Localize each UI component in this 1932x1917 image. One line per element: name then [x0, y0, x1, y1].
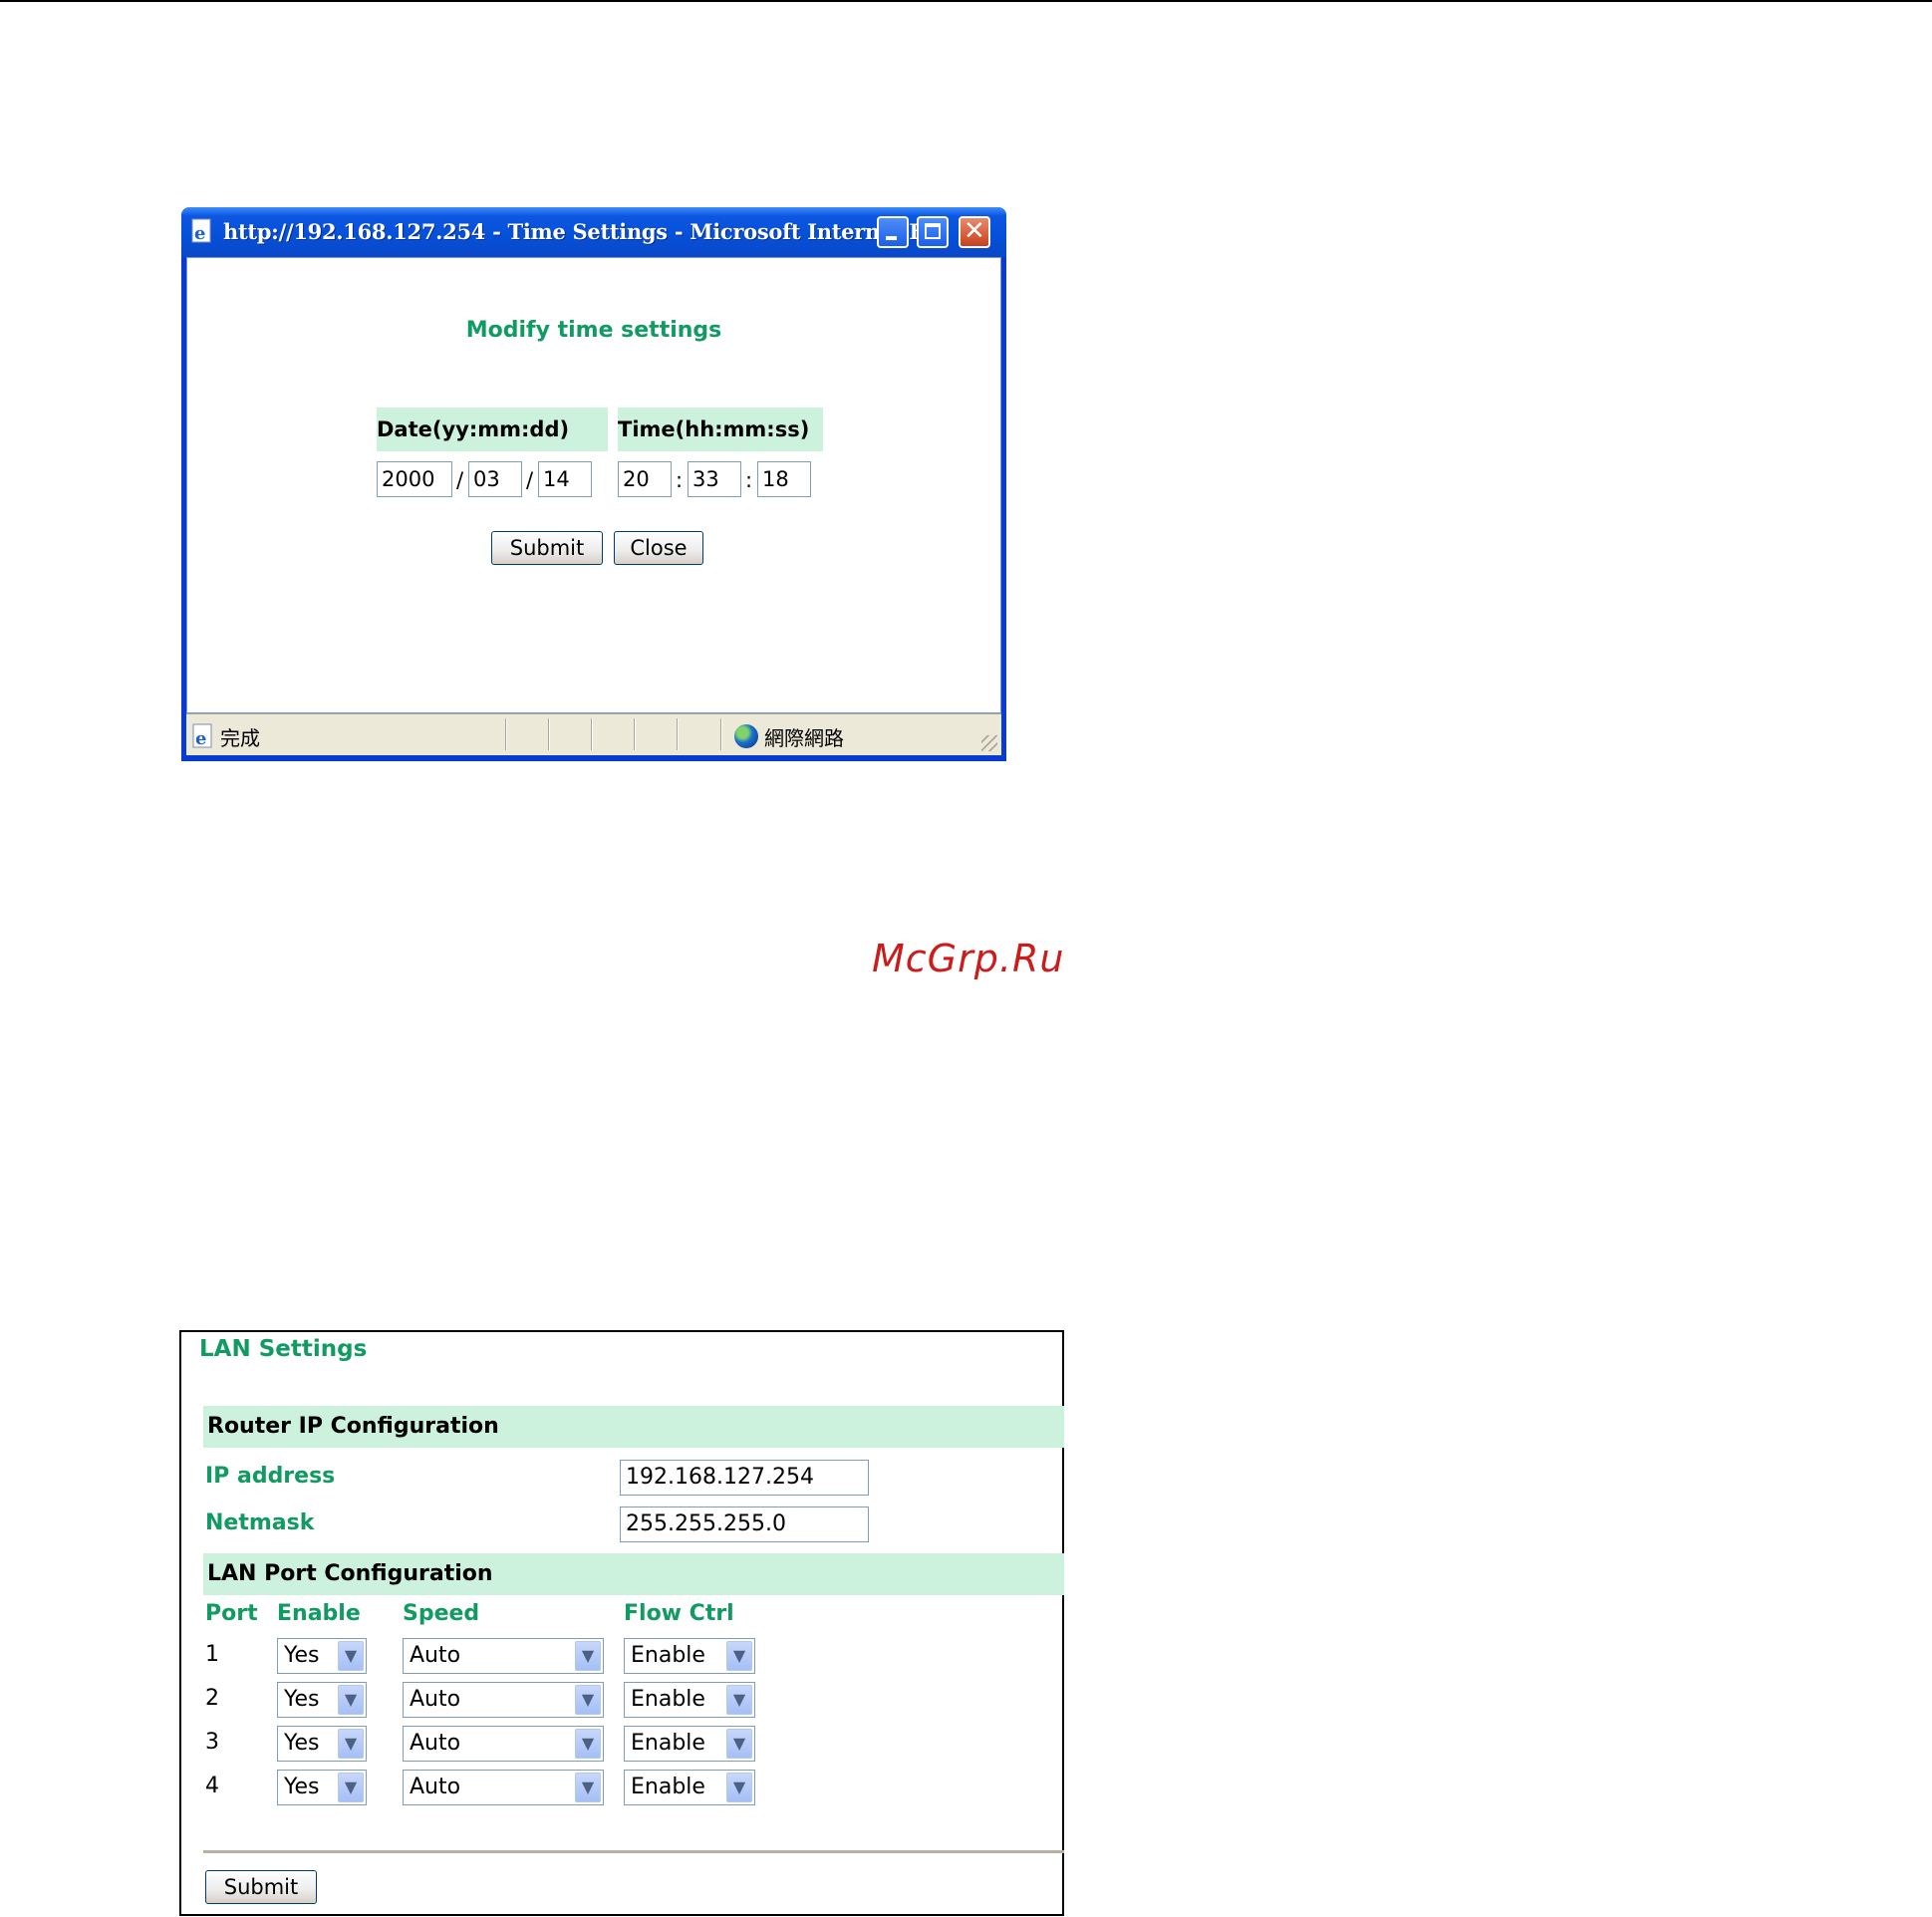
submit-button[interactable]: Submit	[491, 531, 603, 565]
status-divider	[634, 718, 636, 750]
minimize-button[interactable]	[877, 216, 909, 248]
port-number: 4	[205, 1774, 219, 1798]
window-title: http://192.168.127.254 - Time Settings -…	[223, 219, 947, 244]
section-divider	[203, 1850, 1064, 1853]
port-column-header: Port	[205, 1601, 258, 1626]
select-value: Auto	[410, 1687, 461, 1712]
window-titlebar[interactable]: e http://192.168.127.254 - Time Settings…	[181, 207, 1006, 257]
date-separator: /	[456, 468, 464, 492]
port-number: 3	[205, 1730, 219, 1755]
select-value: Yes	[284, 1643, 320, 1668]
select-value: Enable	[631, 1687, 705, 1712]
ie-page-icon: e	[191, 218, 211, 244]
internet-zone-globe-icon	[734, 724, 758, 748]
select-value: Yes	[284, 1687, 320, 1712]
day-input[interactable]: 14	[538, 461, 592, 497]
chevron-down-icon[interactable]: ▼	[575, 1641, 601, 1671]
select-value: Enable	[631, 1775, 705, 1799]
status-divider	[720, 718, 722, 750]
port-flow-ctrl-select[interactable]: Enable ▼	[624, 1726, 755, 1762]
chevron-down-icon[interactable]: ▼	[575, 1685, 601, 1715]
status-text: 完成	[220, 726, 260, 750]
chevron-down-icon[interactable]: ▼	[575, 1773, 601, 1802]
maximize-button[interactable]	[917, 216, 949, 248]
port-flow-ctrl-select[interactable]: Enable ▼	[624, 1638, 755, 1674]
year-input[interactable]: 2000	[377, 461, 452, 497]
svg-text:e: e	[195, 728, 206, 749]
port-enable-select[interactable]: Yes ▼	[277, 1726, 367, 1762]
lan-settings-panel: LAN Settings Router IP Configuration IP …	[179, 1330, 1064, 1916]
chevron-down-icon[interactable]: ▼	[338, 1641, 364, 1671]
month-input[interactable]: 03	[468, 461, 522, 497]
port-number: 2	[205, 1686, 219, 1711]
resize-grip-icon[interactable]	[981, 735, 997, 751]
lan-settings-title: LAN Settings	[199, 1336, 368, 1362]
date-separator: /	[526, 468, 534, 492]
page-title: Modify time settings	[465, 318, 722, 343]
svg-text:e: e	[194, 223, 205, 244]
hour-input[interactable]: 20	[618, 461, 672, 497]
port-enable-select[interactable]: Yes ▼	[277, 1770, 367, 1805]
select-value: Auto	[410, 1643, 461, 1668]
port-enable-select[interactable]: Yes ▼	[277, 1682, 367, 1718]
netmask-input[interactable]: 255.255.255.0	[620, 1506, 869, 1542]
port-number: 1	[205, 1642, 219, 1667]
select-value: Enable	[631, 1643, 705, 1668]
select-value: Enable	[631, 1731, 705, 1756]
ip-address-label: IP address	[205, 1464, 336, 1489]
status-divider	[548, 718, 550, 750]
netmask-label: Netmask	[205, 1510, 315, 1535]
chevron-down-icon[interactable]: ▼	[726, 1685, 752, 1715]
status-divider	[677, 718, 679, 750]
watermark: McGrp.Ru	[872, 937, 1065, 980]
chevron-down-icon[interactable]: ▼	[338, 1773, 364, 1802]
chevron-down-icon[interactable]: ▼	[726, 1641, 752, 1671]
port-enable-select[interactable]: Yes ▼	[277, 1638, 367, 1674]
select-value: Auto	[410, 1775, 461, 1799]
select-value: Yes	[284, 1731, 320, 1756]
page-top-rule	[0, 0, 1932, 2]
port-speed-select[interactable]: Auto ▼	[403, 1726, 604, 1762]
enable-column-header: Enable	[277, 1601, 361, 1626]
port-flow-ctrl-select[interactable]: Enable ▼	[624, 1682, 755, 1718]
second-input[interactable]: 18	[757, 461, 811, 497]
ip-address-input[interactable]: 192.168.127.254	[620, 1460, 869, 1496]
flow-ctrl-column-header: Flow Ctrl	[624, 1601, 734, 1626]
select-value: Auto	[410, 1731, 461, 1756]
chevron-down-icon[interactable]: ▼	[338, 1685, 364, 1715]
security-zone-text: 網際網路	[764, 726, 844, 750]
port-flow-ctrl-select[interactable]: Enable ▼	[624, 1770, 755, 1805]
minimize-icon	[886, 236, 897, 240]
time-separator: :	[745, 468, 753, 492]
time-separator: :	[676, 468, 684, 492]
time-header: Time(hh:mm:ss)	[618, 408, 823, 451]
port-speed-select[interactable]: Auto ▼	[403, 1770, 604, 1805]
lan-port-section-header: LAN Port Configuration	[203, 1553, 1064, 1595]
time-settings-window: e http://192.168.127.254 - Time Settings…	[181, 207, 1006, 761]
close-window-button[interactable]: ✕	[959, 216, 990, 248]
lan-submit-button[interactable]: Submit	[205, 1870, 317, 1904]
chevron-down-icon[interactable]: ▼	[338, 1729, 364, 1759]
router-ip-section-header: Router IP Configuration	[203, 1406, 1064, 1448]
chevron-down-icon[interactable]: ▼	[726, 1729, 752, 1759]
close-icon: ✕	[964, 216, 985, 246]
maximize-icon	[925, 223, 941, 239]
chevron-down-icon[interactable]: ▼	[726, 1773, 752, 1802]
close-button[interactable]: Close	[614, 531, 703, 565]
date-header: Date(yy:mm:dd)	[377, 408, 608, 451]
ie-page-icon: e	[192, 723, 212, 749]
window-content: Modify time settings Date(yy:mm:dd) Time…	[186, 257, 1001, 713]
status-divider	[505, 718, 507, 750]
select-value: Yes	[284, 1775, 320, 1799]
status-bar: e 完成 網際網路	[186, 713, 1001, 755]
minute-input[interactable]: 33	[688, 461, 741, 497]
port-speed-select[interactable]: Auto ▼	[403, 1682, 604, 1718]
port-speed-select[interactable]: Auto ▼	[403, 1638, 604, 1674]
speed-column-header: Speed	[403, 1601, 480, 1626]
status-divider	[591, 718, 593, 750]
chevron-down-icon[interactable]: ▼	[575, 1729, 601, 1759]
